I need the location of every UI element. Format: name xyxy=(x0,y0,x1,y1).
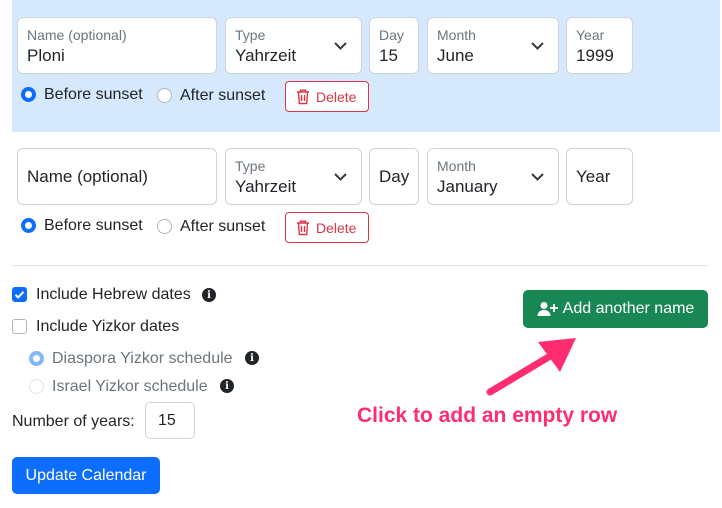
delete-label: Delete xyxy=(316,88,357,105)
year-field[interactable]: Year xyxy=(566,148,633,205)
update-calendar-button[interactable]: Update Calendar xyxy=(12,457,160,494)
trash-icon xyxy=(297,89,309,105)
info-icon[interactable]: i xyxy=(245,351,259,365)
update-calendar-label: Update Calendar xyxy=(25,466,147,484)
type-select-value: Yahrzeit xyxy=(235,177,297,196)
delete-button[interactable]: Delete xyxy=(285,212,369,243)
chevron-down-icon xyxy=(334,41,347,50)
year-field-value: 1999 xyxy=(576,46,614,65)
after-sunset-radio[interactable] xyxy=(157,219,172,234)
diaspora-yizkor-radio[interactable] xyxy=(29,351,44,366)
info-icon[interactable]: i xyxy=(220,379,234,393)
month-select[interactable]: Month January xyxy=(427,148,559,205)
name-field[interactable]: Name (optional) Ploni xyxy=(17,17,217,74)
section-divider xyxy=(12,265,708,266)
add-another-name-button[interactable]: Add another name xyxy=(523,290,708,328)
month-select-label: Month xyxy=(437,27,476,43)
include-hebrew-label: Include Hebrew dates xyxy=(36,286,191,303)
name-field-value: Ploni xyxy=(27,46,65,65)
israel-yizkor-radio[interactable] xyxy=(29,379,44,394)
include-yizkor-checkbox[interactable] xyxy=(12,319,27,334)
day-field[interactable]: Day 15 xyxy=(369,17,419,74)
diaspora-yizkor-label: Diaspora Yizkor schedule xyxy=(52,350,233,367)
trash-icon xyxy=(297,220,309,236)
after-sunset-radio[interactable] xyxy=(157,88,172,103)
name-field[interactable]: Name (optional) xyxy=(17,148,217,205)
month-select-value: June xyxy=(437,46,474,65)
type-select[interactable]: Type Yahrzeit xyxy=(225,148,362,205)
person-plus-icon xyxy=(537,302,558,316)
year-field-label: Year xyxy=(576,27,605,43)
checkmark-icon xyxy=(14,291,25,299)
annotation-text: Click to add an empty row xyxy=(357,404,618,427)
include-hebrew-checkbox[interactable] xyxy=(12,287,27,302)
day-field[interactable]: Day xyxy=(369,148,419,205)
delete-button[interactable]: Delete xyxy=(285,81,369,112)
add-another-name-label: Add another name xyxy=(562,300,695,317)
day-field-label: Day xyxy=(379,27,404,43)
after-sunset-label: After sunset xyxy=(180,87,266,104)
chevron-down-icon xyxy=(531,172,544,181)
type-select-label: Type xyxy=(235,158,266,174)
info-icon[interactable]: i xyxy=(202,288,216,302)
month-select-value: January xyxy=(437,177,498,196)
type-select[interactable]: Type Yahrzeit xyxy=(225,17,362,74)
delete-label: Delete xyxy=(316,219,357,236)
before-sunset-radio[interactable] xyxy=(21,218,36,233)
chevron-down-icon xyxy=(531,41,544,50)
before-sunset-label: Before sunset xyxy=(44,217,143,234)
arrow-annotation-icon xyxy=(486,338,576,396)
before-sunset-radio[interactable] xyxy=(21,87,36,102)
number-of-years-input[interactable]: 15 xyxy=(145,402,195,439)
after-sunset-label: After sunset xyxy=(180,218,266,235)
year-field-placeholder: Year xyxy=(576,166,611,186)
month-select-label: Month xyxy=(437,158,476,174)
year-field[interactable]: Year 1999 xyxy=(566,17,633,74)
month-select[interactable]: Month June xyxy=(427,17,559,74)
number-of-years-label: Number of years: xyxy=(12,413,135,430)
type-select-label: Type xyxy=(235,27,266,43)
include-yizkor-label: Include Yizkor dates xyxy=(36,318,180,335)
name-field-placeholder: Name (optional) xyxy=(27,166,148,186)
day-field-value: 15 xyxy=(379,46,398,65)
before-sunset-label: Before sunset xyxy=(44,86,143,103)
type-select-value: Yahrzeit xyxy=(235,46,297,65)
name-field-label: Name (optional) xyxy=(27,27,127,43)
number-of-years-value: 15 xyxy=(158,411,176,429)
day-field-placeholder: Day xyxy=(379,166,410,186)
chevron-down-icon xyxy=(334,172,347,181)
israel-yizkor-label: Israel Yizkor schedule xyxy=(52,378,208,395)
